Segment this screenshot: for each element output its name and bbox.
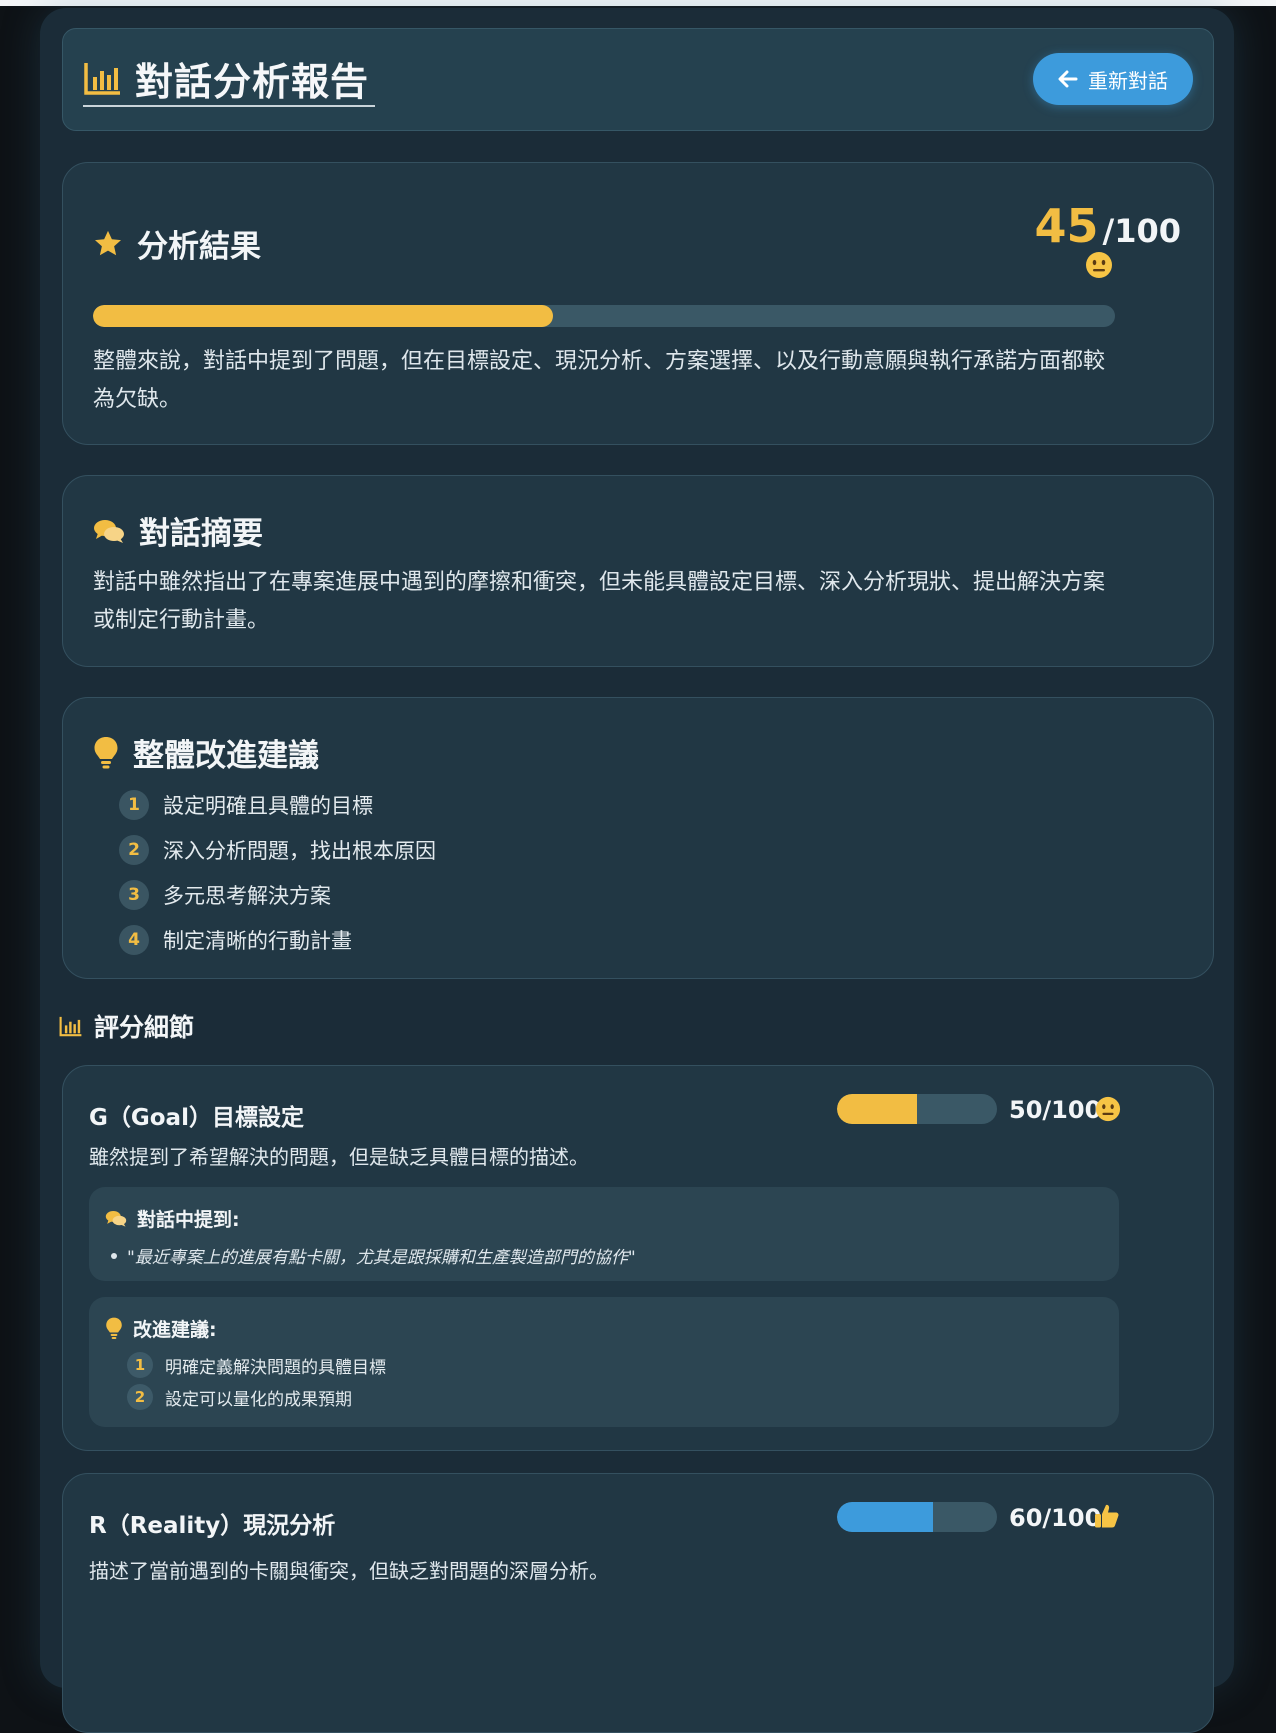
criterion-title: R（Reality）現況分析 <box>89 1513 336 1539</box>
list-item-number: 1 <box>119 789 149 820</box>
overall-score-progress <box>93 305 1115 327</box>
chat-bubbles-icon <box>105 1211 127 1227</box>
lightbulb-icon <box>94 736 118 768</box>
result-heading: 分析結果 <box>93 221 261 266</box>
result-card: 分析結果 45 /100 整體來說，對話中提到了問題，但在目標設定、現況分析、方… <box>62 162 1214 445</box>
restart-button-label: 重新對話 <box>1088 68 1168 93</box>
criterion-progress-fill <box>837 1094 917 1124</box>
overall-score-value: 45 <box>1034 199 1099 253</box>
improvements-list: 1 設定明確且具體的目標 2 深入分析問題，找出根本原因 3 多元思考解決方案 … <box>119 782 436 962</box>
result-summary: 整體來說，對話中提到了問題，但在目標設定、現況分析、方案選擇、以及行動意願與執行… <box>93 349 1106 412</box>
list-item: "最近專案上的進展有點卡關，尤其是跟採購和生產製造部門的協作" <box>111 1243 636 1268</box>
summary-heading: 對話摘要 <box>93 508 263 553</box>
score-details-heading: 評分細節 <box>58 1008 194 1044</box>
score-details-heading-text: 評分細節 <box>94 1013 195 1042</box>
criterion-progress-fill <box>837 1502 933 1532</box>
result-heading-text: 分析結果 <box>137 229 261 265</box>
star-icon <box>95 230 121 255</box>
improvements-heading-text: 整體改進建議 <box>133 738 319 774</box>
improvements-card: 整體改進建議 1 設定明確且具體的目標 2 深入分析問題，找出根本原因 3 多元… <box>62 697 1214 979</box>
criterion-description: 雖然提到了希望解決的問題，但是缺乏具體目標的描述。 <box>89 1145 589 1169</box>
summary-heading-text: 對話摘要 <box>139 516 263 552</box>
mentioned-heading-text: 對話中提到: <box>137 1209 240 1231</box>
chat-bubbles-icon <box>94 519 124 543</box>
restart-conversation-button[interactable]: 重新對話 <box>1033 53 1193 105</box>
criterion-progress <box>837 1094 997 1124</box>
neutral-face-icon <box>1086 252 1112 278</box>
report-app: 對話分析報告 重新對話 分析結果 45 /100 整體來說，對話中提到了問題，但… <box>40 8 1234 1733</box>
browser-top-edge <box>0 0 1276 6</box>
list-item: 2 設定可以量化的成果預期 <box>127 1381 386 1413</box>
criterion-title: G（Goal）目標設定 <box>89 1105 304 1131</box>
suggestions-heading-text: 改進建議: <box>133 1319 217 1341</box>
list-item-text: 設定明確且具體的目標 <box>163 793 373 818</box>
neutral-face-icon <box>1095 1096 1121 1122</box>
list-item: 4 制定清晰的行動計畫 <box>119 917 436 962</box>
arrow-left-icon <box>1058 70 1078 88</box>
chart-bar-icon <box>84 63 120 95</box>
list-item-number: 3 <box>119 879 149 910</box>
list-item-text: 設定可以量化的成果預期 <box>165 1389 352 1410</box>
list-item-text: 制定清晰的行動計畫 <box>163 928 352 953</box>
lightbulb-icon <box>106 1317 122 1339</box>
suggestions-heading: 改進建議: <box>105 1315 217 1342</box>
list-item-text: 深入分析問題，找出根本原因 <box>163 838 436 863</box>
criterion-description: 描述了當前遇到的卡關與衝突，但缺乏對問題的深層分析。 <box>89 1559 609 1583</box>
list-item-number: 2 <box>119 834 149 865</box>
list-item: 1 設定明確且具體的目標 <box>119 782 436 827</box>
suggestions-list: 1 明確定義解決問題的具體目標 2 設定可以量化的成果預期 <box>127 1349 386 1413</box>
mentioned-heading: 對話中提到: <box>105 1205 240 1232</box>
improvements-heading: 整體改進建議 <box>93 730 319 775</box>
criterion-card-reality: R（Reality）現況分析 60/100 描述了當前遇到的卡關與衝突，但缺乏對… <box>62 1473 1214 1733</box>
conversation-summary-card: 對話摘要 對話中雖然指出了在專案進展中遇到的摩擦和衝突，但未能具體設定目標、深入… <box>62 475 1214 667</box>
overall-score-max: /100 <box>1102 212 1181 250</box>
suggestions-box: 改進建議: 1 明確定義解決問題的具體目標 2 設定可以量化的成果預期 <box>89 1297 1119 1427</box>
list-item: 1 明確定義解決問題的具體目標 <box>127 1349 386 1381</box>
mentioned-box: 對話中提到: "最近專案上的進展有點卡關，尤其是跟採購和生產製造部門的協作" <box>89 1187 1119 1281</box>
criterion-progress <box>837 1502 997 1532</box>
list-item-number: 1 <box>127 1352 153 1378</box>
list-item-text: 明確定義解決問題的具體目標 <box>165 1357 386 1378</box>
list-item-number: 2 <box>127 1384 153 1410</box>
list-item-text: 多元思考解決方案 <box>163 883 331 908</box>
list-item-number: 4 <box>119 924 149 955</box>
report-header: 對話分析報告 重新對話 <box>62 28 1214 131</box>
overall-score: 45 /100 <box>1035 199 1182 253</box>
criterion-score: 50/100 <box>1009 1096 1102 1124</box>
list-item: 2 深入分析問題，找出根本原因 <box>119 827 436 872</box>
criterion-card-goal: G（Goal）目標設定 50/100 雖然提到了希望解決的問題，但是缺乏具體目標… <box>62 1065 1214 1451</box>
overall-score-progress-fill <box>93 305 553 327</box>
thumbs-up-icon <box>1095 1504 1119 1528</box>
page-title: 對話分析報告 <box>135 59 370 104</box>
chart-bar-icon <box>59 1016 82 1037</box>
bullet <box>111 1252 117 1259</box>
conversation-summary-text: 對話中雖然指出了在專案進展中遇到的摩擦和衝突，但未能具體設定目標、深入分析現狀、… <box>93 570 1106 633</box>
quote-text: "最近專案上的進展有點卡關，尤其是跟採購和生產製造部門的協作" <box>127 1248 636 1268</box>
criterion-score: 60/100 <box>1009 1504 1102 1532</box>
page-title-wrap: 對話分析報告 <box>83 51 375 107</box>
list-item: 3 多元思考解決方案 <box>119 872 436 917</box>
